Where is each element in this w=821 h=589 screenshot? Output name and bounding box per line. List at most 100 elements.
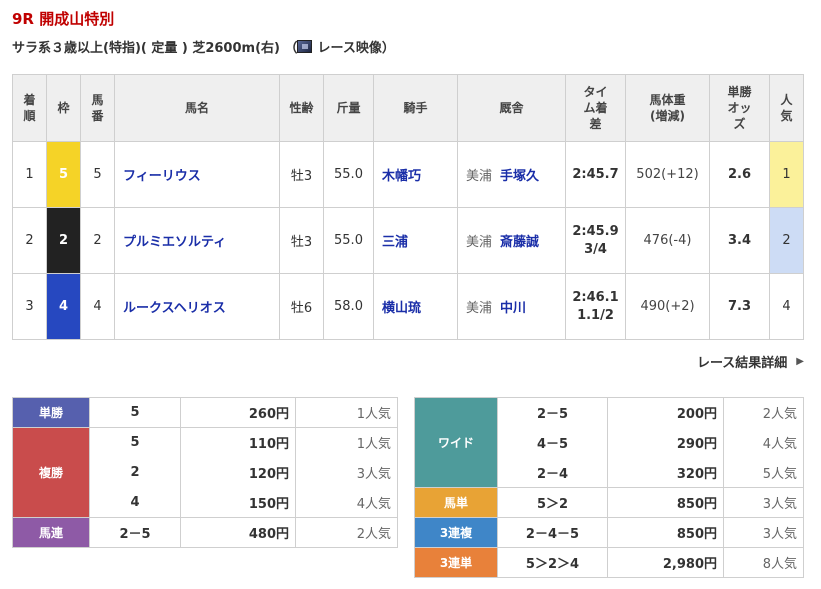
payout-table-left: 単勝 5 260円 1人気 複勝 5 110円 1人気 2 120円 3人気 4… — [12, 397, 398, 548]
race-result-detail-label: レース結果詳細 — [696, 356, 788, 371]
header-rank: 着順 — [12, 74, 47, 142]
header-odds: 単勝オッズ — [709, 74, 770, 142]
horse-link[interactable]: プルミエソルティ — [123, 235, 226, 250]
finish-margin: 3/4 — [584, 241, 607, 257]
payout-combo: 2－5 — [497, 397, 608, 428]
payout-label-wide: ワイド — [414, 397, 498, 488]
header-trainer: 厩舎 — [457, 74, 566, 142]
race-video-label: レース映像 — [317, 41, 382, 56]
sex-age-cell: 牡3 — [279, 207, 324, 274]
trainer-region: 美浦 — [466, 235, 493, 250]
trainer-cell: 美浦 中川 — [457, 273, 566, 340]
race-result-detail-link[interactable]: レース結果詳細 ▶ — [697, 352, 804, 371]
horse-link[interactable]: ルークスヘリオス — [123, 301, 226, 316]
umaban-cell: 2 — [80, 207, 115, 274]
payout-combo: 2－5 — [89, 517, 181, 548]
sex-age-cell: 牡3 — [279, 141, 324, 208]
header-horse-name: 馬名 — [114, 74, 280, 142]
header-popularity: 人気 — [769, 74, 804, 142]
payout-row: ワイド 2－5 200円 2人気 — [414, 397, 804, 488]
sex-age-cell: 牡6 — [279, 273, 324, 340]
video-thumbnail-icon — [297, 40, 313, 53]
body-weight-cell: 476(-4) — [625, 207, 710, 274]
jockey-cell: 木幡巧 — [373, 141, 458, 208]
trainer-link[interactable]: 斎藤誠 — [500, 235, 539, 250]
payout-amount: 260円 — [180, 397, 296, 428]
rank-cell: 2 — [12, 207, 47, 274]
payout-popularity: 3人気 — [723, 487, 804, 518]
payout-amount: 200円 — [607, 397, 724, 428]
body-weight-cell: 490(+2) — [625, 273, 710, 340]
payout-combo: 5＞2 — [497, 487, 608, 518]
jockey-link[interactable]: 木幡巧 — [382, 169, 421, 184]
payout-amount: 2,980円 — [607, 547, 724, 578]
trainer-region: 美浦 — [466, 301, 493, 316]
payout-combo: 5＞2＞4 — [497, 547, 608, 578]
result-row: 2 2 2 プルミエソルティ 牡3 55.0 三浦 美浦 斎藤誠 2:45.9 3/… — [12, 207, 804, 274]
trainer-cell: 美浦 手塚久 — [457, 141, 566, 208]
payout-amount: 850円 — [607, 517, 724, 548]
payout-amount: 290円 — [607, 427, 724, 458]
payout-amount: 850円 — [607, 487, 724, 518]
horse-link[interactable]: フィーリウス — [123, 169, 201, 184]
payout-combo: 5 — [89, 427, 181, 458]
payout-amount: 480円 — [180, 517, 296, 548]
jockey-link[interactable]: 横山琉 — [382, 301, 421, 316]
header-waku: 枠 — [46, 74, 81, 142]
trainer-link[interactable]: 手塚久 — [500, 169, 539, 184]
trainer-region: 美浦 — [466, 169, 493, 184]
payout-label-fukusho: 複勝 — [12, 427, 90, 518]
payout-popularity: 1人気 — [295, 397, 398, 428]
umaban-cell: 4 — [80, 273, 115, 340]
popularity-cell: 4 — [769, 273, 804, 340]
rank-cell: 1 — [12, 141, 47, 208]
race-video-link[interactable]: レース映像 — [297, 37, 382, 56]
waku-badge: 4 — [46, 273, 81, 340]
trainer-link[interactable]: 中川 — [500, 301, 526, 316]
time-cell: 2:45.7 — [565, 141, 626, 208]
payout-label-sanrenpuku: 3連複 — [414, 517, 498, 548]
jockey-link[interactable]: 三浦 — [382, 235, 408, 250]
payout-label-umaren: 馬連 — [12, 517, 90, 548]
chevron-right-icon: ▶ — [796, 356, 804, 367]
payout-amount: 150円 — [180, 487, 296, 518]
header-jockey: 騎手 — [373, 74, 458, 142]
payout-combo: 5 — [89, 397, 181, 428]
finish-margin: 1.1/2 — [577, 307, 614, 323]
payout-popularity: 3人気 — [723, 517, 804, 548]
header-umaban: 馬番 — [80, 74, 115, 142]
weight-carried-cell: 58.0 — [323, 273, 374, 340]
horse-name-cell: フィーリウス — [114, 141, 280, 208]
payout-row: 単勝 5 260円 1人気 — [12, 397, 398, 428]
race-conditions-text: サラ系３歳以上(特指)( 定量 ) 芝2600m(右) （ — [12, 41, 298, 56]
finish-time: 2:45.9 — [572, 223, 619, 239]
horse-name-cell: ルークスヘリオス — [114, 273, 280, 340]
payout-row: 馬単 5＞2 850円 3人気 — [414, 487, 804, 518]
payout-popularity: 8人気 — [723, 547, 804, 578]
umaban-cell: 5 — [80, 141, 115, 208]
payout-combo: 4 — [89, 487, 181, 518]
header-weight-carried: 斤量 — [323, 74, 374, 142]
results-table: 着順 枠 馬番 馬名 性齢 斤量 騎手 厩舎 タイム着差 馬体重(増減) 単勝オ… — [12, 74, 804, 340]
payout-amount: 120円 — [180, 457, 296, 488]
payout-popularity: 4人気 — [295, 487, 398, 518]
weight-carried-cell: 55.0 — [323, 141, 374, 208]
payout-popularity: 3人気 — [295, 457, 398, 488]
payout-combo: 4－5 — [497, 427, 608, 458]
payout-table-right: ワイド 2－5 200円 2人気 4－5 290円 4人気 2－4 320円 5… — [414, 397, 804, 578]
payout-combo: 2 — [89, 457, 181, 488]
payout-amount: 320円 — [607, 457, 724, 488]
payout-amount: 110円 — [180, 427, 296, 458]
payout-label-sanrentan: 3連単 — [414, 547, 498, 578]
payout-popularity: 5人気 — [723, 457, 804, 488]
payout-popularity: 1人気 — [295, 427, 398, 458]
popularity-cell: 1 — [769, 141, 804, 208]
odds-cell: 2.6 — [709, 141, 770, 208]
waku-badge: 5 — [46, 141, 81, 208]
payout-label-umatan: 馬単 — [414, 487, 498, 518]
payout-combo: 2－4 — [497, 457, 608, 488]
payout-combo: 2－4－5 — [497, 517, 608, 548]
payout-row: 複勝 5 110円 1人気 — [12, 427, 398, 518]
results-header-row: 着順 枠 馬番 馬名 性齢 斤量 騎手 厩舎 タイム着差 馬体重(増減) 単勝オ… — [12, 74, 804, 142]
odds-cell: 7.3 — [709, 273, 770, 340]
